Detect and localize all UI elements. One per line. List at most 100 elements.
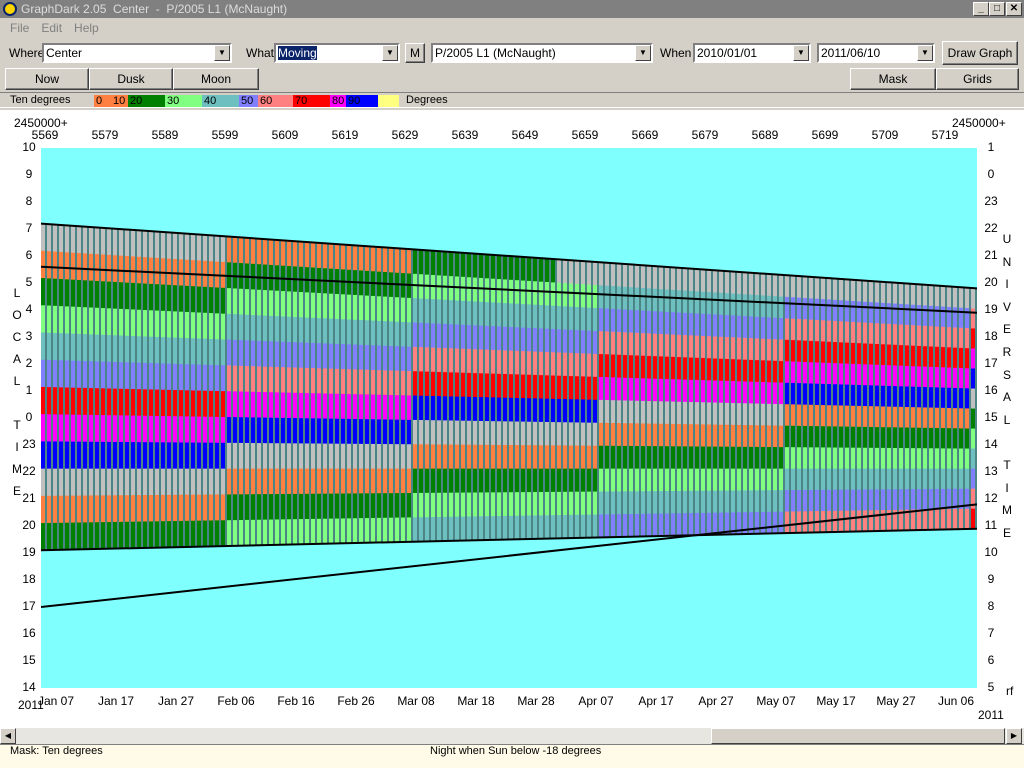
night-column-segment: [779, 296, 783, 319]
column-gap: [789, 275, 791, 534]
night-column-segment: [83, 280, 87, 308]
night-column-segment: [191, 494, 195, 522]
night-column-segment: [65, 441, 69, 470]
night-column-segment: [65, 279, 69, 307]
night-column-segment: [311, 493, 315, 520]
menu-help[interactable]: Help: [68, 21, 105, 35]
night-column-segment: [305, 317, 309, 344]
night-column-segment: [335, 318, 339, 345]
night-column-segment: [47, 224, 51, 252]
from-date-combo[interactable]: 2010/01/01 ▼: [693, 43, 811, 63]
night-column-segment: [269, 392, 273, 419]
to-date-combo[interactable]: 2011/06/10 ▼: [817, 43, 935, 63]
close-button[interactable]: ✕: [1006, 2, 1022, 16]
scroll-right-icon[interactable]: ▶: [1006, 728, 1022, 744]
where-combo[interactable]: Center ▼: [42, 43, 232, 63]
night-column-segment: [305, 367, 309, 394]
night-column-segment: [617, 354, 621, 379]
m-button[interactable]: M: [405, 43, 425, 63]
night-column-segment: [755, 273, 759, 296]
scroll-left-icon[interactable]: ◀: [0, 728, 16, 744]
chevron-down-icon[interactable]: ▼: [793, 45, 809, 61]
night-column-segment: [953, 387, 957, 409]
night-column-segment: [917, 284, 921, 306]
night-column-segment: [455, 468, 459, 494]
night-column-segment: [113, 281, 117, 310]
night-column-segment: [833, 320, 837, 343]
chevron-down-icon[interactable]: ▼: [382, 45, 398, 61]
chevron-down-icon[interactable]: ▼: [917, 45, 933, 61]
night-column-segment: [377, 296, 381, 322]
dusk-button[interactable]: Dusk: [89, 68, 173, 90]
grids-button[interactable]: Grids: [936, 68, 1019, 90]
night-column-segment: [821, 489, 825, 512]
night-column-segment: [617, 445, 621, 470]
object-combo[interactable]: P/2005 L1 (McNaught) ▼: [431, 43, 653, 63]
night-column-segment: [131, 495, 135, 523]
chevron-down-icon[interactable]: ▼: [214, 45, 230, 61]
night-column-segment: [533, 515, 537, 540]
night-column-segment: [443, 323, 447, 349]
night-column-segment: [731, 293, 735, 316]
column-gap: [975, 288, 977, 529]
scroll-thumb[interactable]: [711, 728, 1005, 744]
horizontal-scrollbar[interactable]: ◀ ▶: [0, 728, 1024, 744]
mask-button[interactable]: Mask: [850, 68, 936, 90]
moon-button[interactable]: Moon: [173, 68, 259, 90]
night-column-segment: [965, 468, 969, 490]
night-column-segment: [59, 224, 63, 253]
night-column-segment: [713, 336, 717, 360]
column-gap: [489, 254, 491, 540]
darkness-graph[interactable]: [41, 148, 977, 688]
night-column-segment: [809, 298, 813, 321]
night-column-segment: [893, 489, 897, 511]
night-column-segment: [293, 443, 297, 470]
night-column-segment: [665, 513, 669, 537]
menu-edit[interactable]: Edit: [35, 21, 68, 35]
what-combo[interactable]: Moving ▼: [274, 43, 400, 63]
night-column-segment: [503, 444, 507, 470]
night-column-segment: [839, 447, 843, 470]
night-column-segment: [701, 335, 705, 359]
night-column-segment: [677, 290, 681, 314]
column-gap: [357, 245, 359, 544]
night-column-segment: [203, 364, 207, 392]
night-column-segment: [701, 269, 705, 293]
night-column-segment: [167, 337, 171, 365]
night-column-segment: [605, 262, 609, 287]
night-column-segment: [773, 425, 777, 448]
night-column-segment: [965, 368, 969, 389]
night-column-segment: [191, 416, 195, 444]
night-column-segment: [575, 353, 579, 377]
universal-time-letter: R: [1002, 345, 1012, 359]
maximize-button[interactable]: □: [989, 2, 1005, 16]
night-column-segment: [47, 468, 51, 497]
column-gap: [267, 239, 269, 546]
night-column-segment: [197, 234, 201, 261]
night-column-segment: [119, 308, 123, 337]
chevron-down-icon[interactable]: ▼: [635, 45, 651, 61]
universal-time-letter: M: [1002, 503, 1012, 518]
night-column-segment: [377, 419, 381, 445]
night-column-segment: [281, 468, 285, 495]
night-column-segment: [887, 447, 891, 470]
night-column-segment: [131, 362, 135, 390]
night-column-segment: [809, 319, 813, 342]
night-column-segment: [791, 297, 795, 320]
night-column-segment: [245, 314, 249, 341]
menu-file[interactable]: File: [4, 21, 35, 35]
draw-graph-button[interactable]: Draw Graph: [942, 41, 1018, 65]
night-column-segment: [563, 306, 567, 331]
night-column-segment: [101, 415, 105, 443]
night-column-segment: [377, 320, 381, 347]
minimize-button[interactable]: _: [973, 2, 989, 16]
night-column-segment: [743, 490, 747, 513]
night-column-segment: [491, 421, 495, 446]
night-column-segment: [371, 320, 375, 346]
night-column-segment: [329, 443, 333, 470]
night-column-segment: [911, 468, 915, 490]
night-column-segment: [653, 513, 657, 537]
now-button[interactable]: Now: [5, 68, 89, 90]
night-column-segment: [575, 422, 579, 447]
night-column-segment: [425, 468, 429, 494]
